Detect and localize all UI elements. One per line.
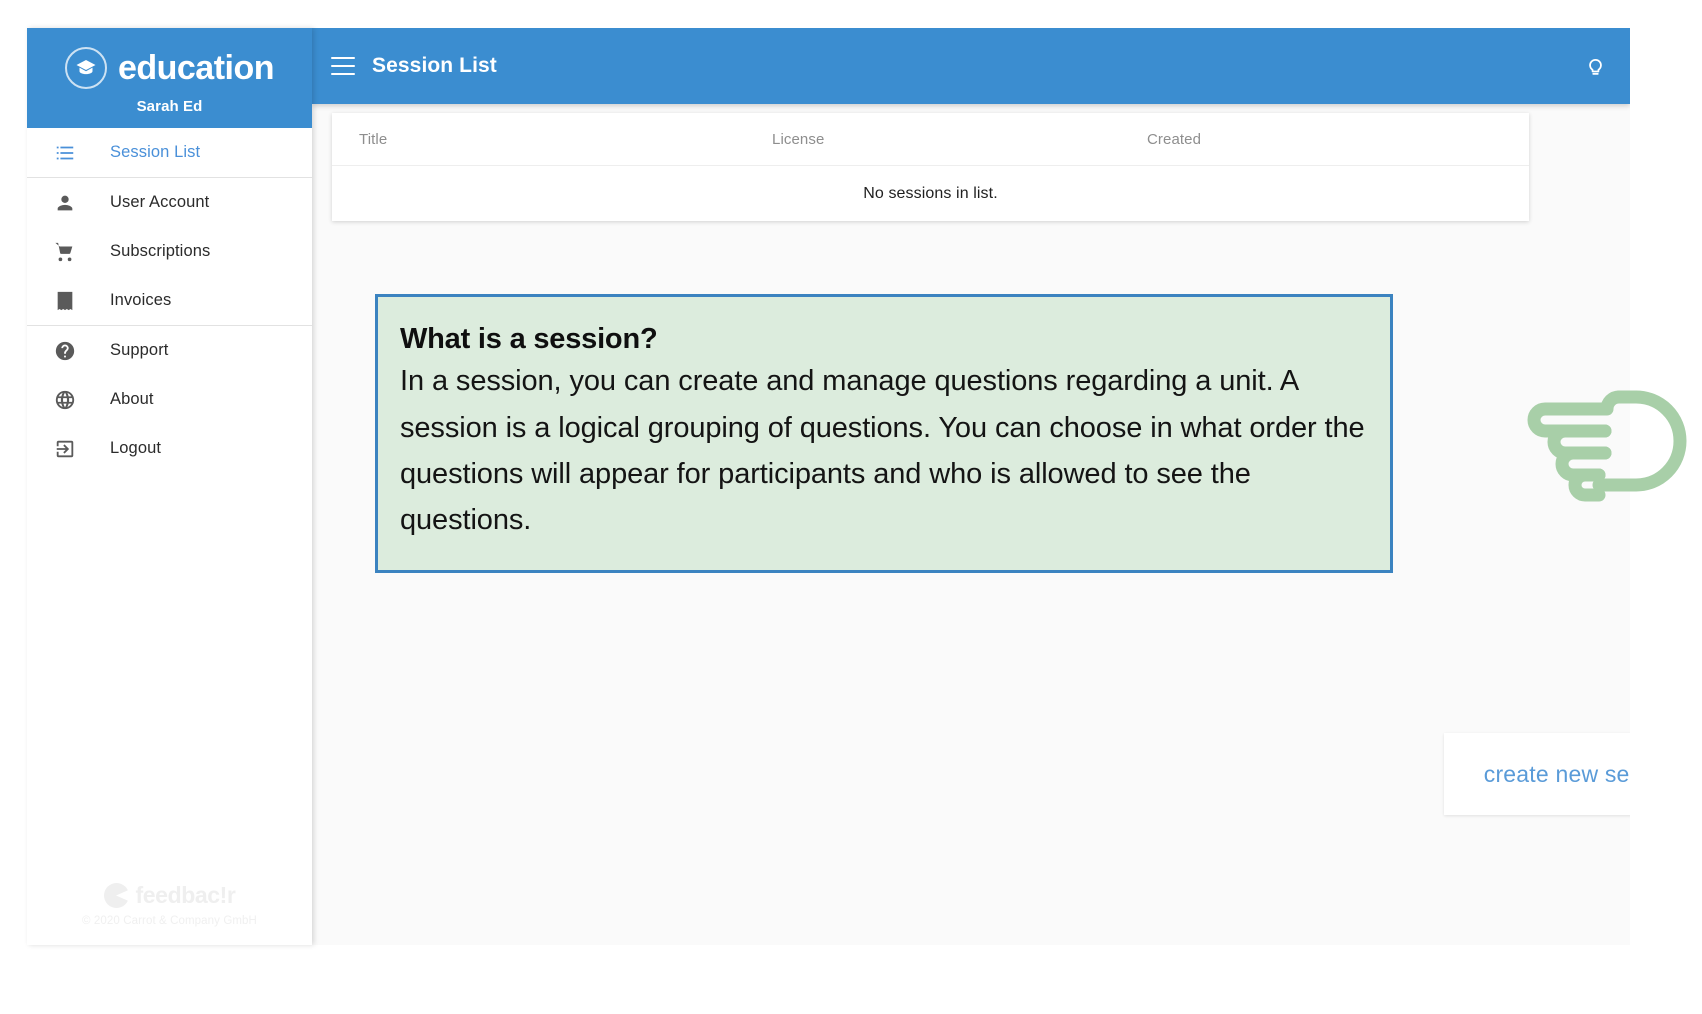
sidebar-item-label: User Account [110,193,210,211]
hamburger-icon[interactable] [331,57,355,75]
sidebar-brand-header: education Sarah Ed [27,28,312,128]
sidebar-footer: feedbacǃr © 2020 Carrot & Company GmbH [27,882,312,927]
feedbackr-mark-icon [103,883,129,908]
sidebar-item-support[interactable]: Support [27,326,312,375]
info-callout-body: In a session, you can create and manage … [400,365,1365,537]
sidebar-nav: Session List User Account Subscriptions Inv… [27,128,312,473]
help-icon [54,340,80,362]
main-area: Session List Title License Created No se… [312,28,1630,945]
sidebar: education Sarah Ed Session List User Acco… [27,28,312,945]
brand-title: education [117,49,275,87]
feedbackr-wordmark: feedbacǃr [135,882,236,908]
sidebar-item-logout[interactable]: Logout [27,424,312,473]
sidebar-item-label: Subscriptions [110,242,211,260]
sidebar-item-subscriptions[interactable]: Subscriptions [27,227,312,276]
content-scroll-area: Title License Created No sessions in lis… [312,104,1630,945]
feedbackr-logo: feedbacǃr [27,882,312,909]
person-icon [54,192,80,214]
copyright-text: © 2020 Carrot & Company GmbH [82,915,257,927]
create-new-session-label: create new session [1483,760,1630,787]
exit-icon [54,438,80,460]
sidebar-item-invoices[interactable]: Invoices [27,276,312,325]
list-icon [54,142,80,164]
sidebar-item-label: Logout [110,439,162,457]
create-new-session-tooltip[interactable]: create new session [1444,733,1630,815]
info-callout: What is a session? In a session, you can… [375,294,1393,573]
receipt-icon [54,290,80,312]
sidebar-username: Sarah Ed [136,98,203,115]
session-list-card: Title License Created No sessions in lis… [332,113,1529,221]
sidebar-item-label: Session List [110,143,201,161]
info-callout-heading: What is a session? [400,323,658,355]
top-app-bar: Session List [312,28,1630,104]
column-header-created: Created [1147,130,1202,148]
page-title: Session List [372,54,497,77]
sidebar-item-label: Support [110,341,169,359]
sidebar-item-user-account[interactable]: User Account [27,178,312,227]
sidebar-item-about[interactable]: About [27,375,312,424]
brand-row: education [64,47,275,89]
column-header-title: Title [359,130,388,148]
app-window: education Sarah Ed Session List User Acco… [27,28,1630,945]
graduation-cap-icon [64,47,107,89]
empty-state-message: No sessions in list. [863,184,998,202]
column-header-license: License [772,130,825,148]
sidebar-item-label: About [110,390,154,408]
sidebar-item-label: Invoices [110,291,172,309]
cart-icon [54,241,80,263]
globe-icon [54,389,80,411]
sidebar-item-session-list[interactable]: Session List [27,128,312,177]
session-table-header: Title License Created [332,113,1529,166]
lightbulb-icon[interactable] [1583,54,1608,79]
